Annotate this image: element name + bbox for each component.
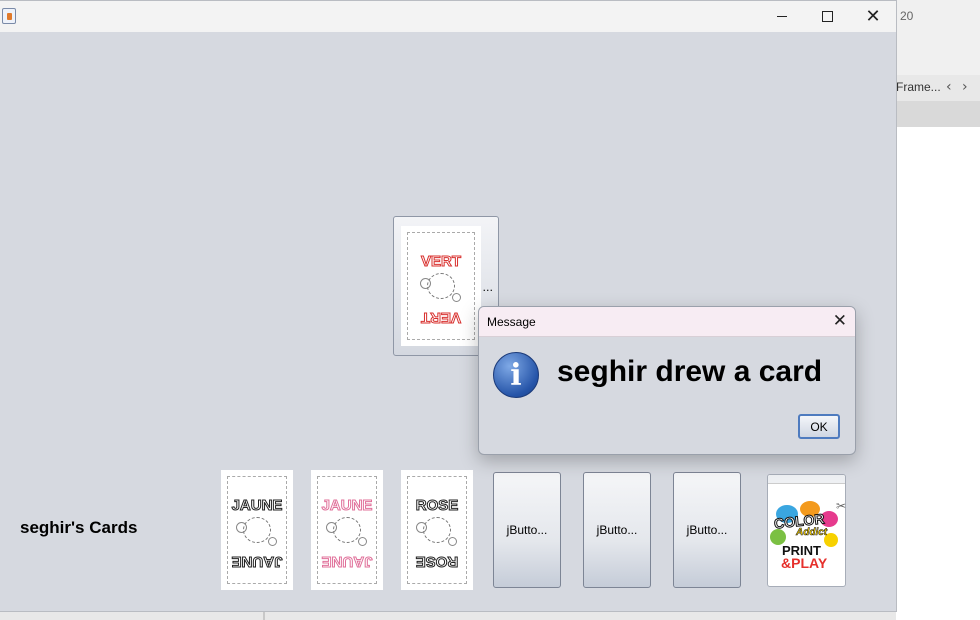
background-app-window: 20 Frame... ‹ ›	[896, 0, 980, 620]
paint-splat-icon	[416, 517, 457, 546]
color-addict-logo: COLOR Addict PRINT &PLAY	[770, 499, 842, 579]
message-dialog: Message ✕ i seghir drew a card OK	[478, 306, 856, 455]
draw-deck-button[interactable]: COLOR Addict PRINT &PLAY	[767, 474, 846, 587]
logo-word-play: &PLAY	[781, 555, 828, 571]
background-toolbar	[896, 101, 980, 127]
card-word-bottom: JAUNE	[321, 553, 373, 571]
divider	[263, 612, 265, 620]
title-bar: ✕	[0, 1, 896, 32]
chevron-left-icon[interactable]: ‹	[946, 79, 952, 95]
dialog-message: seghir drew a card	[557, 355, 823, 388]
button-ellipsis: ...	[482, 281, 494, 294]
dialog-title: Message	[487, 315, 536, 329]
player-hand-label: seghir's Cards	[20, 518, 138, 537]
dialog-title-bar: Message ✕	[479, 307, 855, 337]
java-app-icon	[2, 8, 16, 24]
card-word-bottom: VERT	[421, 309, 462, 327]
hand-card[interactable]: JAUNE JAUNE	[221, 470, 293, 590]
dialog-close-button[interactable]: ✕	[833, 311, 847, 331]
background-tab[interactable]: Frame...	[896, 80, 941, 94]
background-number: 20	[900, 9, 914, 23]
minimize-button[interactable]	[759, 1, 805, 32]
maximize-button[interactable]	[804, 1, 850, 32]
paint-splat-icon	[236, 517, 277, 546]
background-content	[896, 127, 980, 620]
hand-card[interactable]: JAUNE JAUNE	[311, 470, 383, 590]
hand-slot-button[interactable]: jButto...	[583, 472, 651, 588]
card-word-top: VERT	[420, 253, 461, 271]
card-word-top: JAUNE	[321, 497, 373, 515]
card-word-bottom: JAUNE	[231, 553, 283, 571]
scissors-icon: ✂	[836, 499, 847, 513]
card-word-top: ROSE	[415, 497, 459, 515]
info-icon: i	[493, 352, 539, 398]
hand-slot-button[interactable]: jButto...	[493, 472, 561, 588]
hand-card[interactable]: ROSE ROSE	[401, 470, 473, 590]
deck-top-edge	[768, 475, 845, 484]
chevron-right-icon[interactable]: ›	[962, 79, 968, 95]
paint-splat-icon	[326, 517, 367, 546]
paint-splat-icon	[420, 273, 461, 302]
discard-card: VERT VERT	[401, 226, 481, 346]
background-tab-strip: Frame... ‹ ›	[896, 75, 980, 101]
ok-button[interactable]: OK	[798, 414, 840, 439]
close-window-button[interactable]: ✕	[850, 1, 896, 32]
card-word-bottom: ROSE	[415, 553, 459, 571]
card-word-top: JAUNE	[231, 497, 283, 515]
logo-word-addict: Addict	[796, 527, 828, 539]
taskbar-strip	[0, 612, 896, 620]
hand-slot-button[interactable]: jButto...	[673, 472, 741, 588]
